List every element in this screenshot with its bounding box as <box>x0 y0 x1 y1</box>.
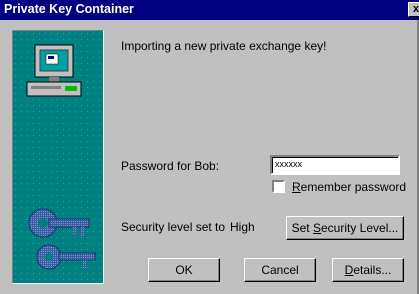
remember-password-label[interactable]: Remember password <box>292 180 406 194</box>
private-key-dialog: Private Key Container x Importing a new … <box>0 0 419 294</box>
set-security-post: ecurity Level... <box>321 221 399 235</box>
security-level-value: High <box>230 220 255 234</box>
close-button[interactable]: x <box>408 2 419 17</box>
cancel-button[interactable]: Cancel <box>244 258 316 282</box>
password-field[interactable]: xxxxxx <box>270 155 400 175</box>
details-text: etails... <box>353 263 392 277</box>
remember-password-checkbox[interactable] <box>272 180 285 193</box>
import-message: Importing a new private exchange key! <box>121 39 327 53</box>
set-security-accel: S <box>312 221 321 235</box>
security-level-label: Security level set to <box>121 220 226 234</box>
ok-button[interactable]: OK <box>148 258 220 282</box>
computer-icon <box>26 44 82 97</box>
password-label: Password for Bob: <box>121 159 220 173</box>
title-bar[interactable]: Private Key Container x <box>0 0 419 20</box>
security-artwork <box>12 30 104 284</box>
details-button[interactable]: Details... <box>332 258 404 282</box>
window-title: Private Key Container <box>4 2 134 16</box>
set-security-pre: Set <box>291 221 313 235</box>
set-security-level-button[interactable]: Set Security Level... <box>286 216 404 240</box>
remember-text: emember password <box>300 180 407 194</box>
remember-accel: R <box>292 180 301 194</box>
